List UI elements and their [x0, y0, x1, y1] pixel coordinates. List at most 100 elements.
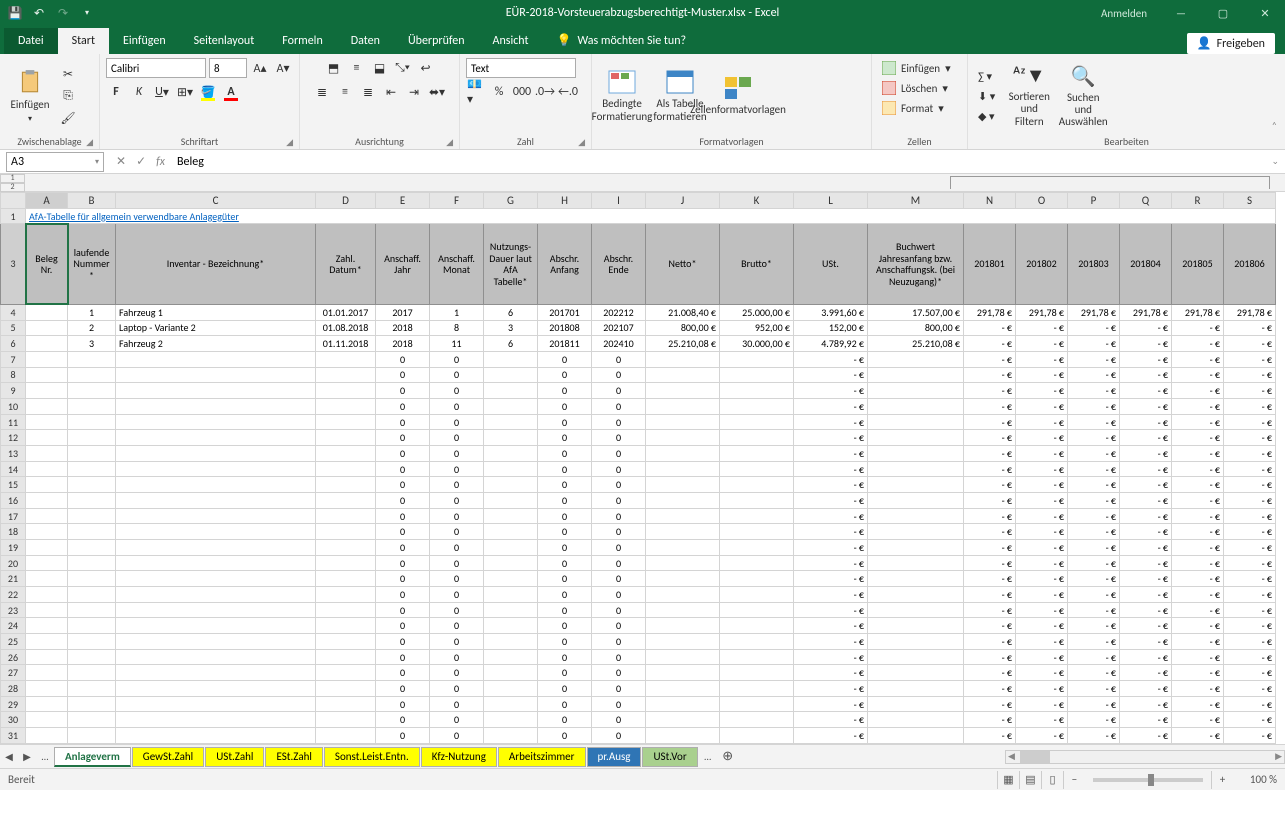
sheet-tab[interactable]: USt.Vor — [642, 747, 697, 767]
cell[interactable] — [26, 477, 68, 493]
fill-color-button[interactable]: 🪣 — [198, 82, 218, 102]
cell[interactable]: 25.210,08 € — [868, 336, 964, 352]
row-header[interactable]: 4 — [1, 304, 26, 320]
cell[interactable] — [720, 477, 794, 493]
cell[interactable] — [116, 649, 316, 665]
cell[interactable]: 0 — [376, 383, 430, 399]
cell[interactable] — [868, 712, 964, 728]
qat-dropdown-icon[interactable]: ▾ — [78, 4, 96, 22]
cell[interactable]: - € — [1224, 571, 1276, 587]
cell[interactable]: - € — [1016, 320, 1068, 336]
cell[interactable]: - € — [964, 696, 1016, 712]
fx-icon[interactable]: fx — [156, 155, 165, 169]
cell[interactable]: - € — [1016, 602, 1068, 618]
cell[interactable] — [484, 508, 538, 524]
cell[interactable]: - € — [1016, 446, 1068, 462]
cell[interactable]: - € — [1068, 367, 1120, 383]
indent-inc-icon[interactable]: ⇥ — [404, 82, 424, 102]
cell[interactable]: - € — [794, 477, 868, 493]
cell[interactable] — [26, 712, 68, 728]
cell[interactable]: 0 — [430, 367, 484, 383]
cell[interactable] — [868, 728, 964, 744]
row-header[interactable]: 7 — [1, 351, 26, 367]
cell[interactable]: - € — [1068, 477, 1120, 493]
cell[interactable] — [646, 665, 720, 681]
cell[interactable]: 0 — [538, 712, 592, 728]
cell[interactable] — [868, 351, 964, 367]
cell[interactable]: - € — [1016, 665, 1068, 681]
cell[interactable] — [646, 477, 720, 493]
cell[interactable]: - € — [794, 508, 868, 524]
row-header[interactable]: 3 — [1, 224, 26, 305]
cell[interactable]: - € — [1224, 351, 1276, 367]
percent-icon[interactable]: % — [489, 82, 509, 102]
cell[interactable]: 0 — [430, 634, 484, 650]
increase-font-icon[interactable]: A▴ — [250, 58, 270, 78]
cell[interactable]: - € — [1172, 571, 1224, 587]
cell-styles-button[interactable]: Zellenformatvorlagen — [714, 75, 762, 116]
cell[interactable] — [68, 524, 116, 540]
cell[interactable] — [68, 430, 116, 446]
cell[interactable] — [316, 383, 376, 399]
cell[interactable]: 0 — [538, 367, 592, 383]
cell[interactable] — [484, 555, 538, 571]
cell[interactable]: - € — [1120, 649, 1172, 665]
cell[interactable]: 0 — [592, 383, 646, 399]
cell[interactable]: - € — [1120, 696, 1172, 712]
cell[interactable]: 0 — [376, 446, 430, 462]
cell[interactable]: - € — [964, 712, 1016, 728]
cell[interactable]: 3.991,60 € — [794, 304, 868, 320]
cell[interactable]: - € — [1016, 383, 1068, 399]
cell[interactable]: 0 — [592, 446, 646, 462]
cell[interactable]: - € — [1016, 555, 1068, 571]
cell[interactable]: - € — [964, 351, 1016, 367]
tab-scroll-left-icon[interactable]: ◀ — [0, 747, 18, 767]
cell[interactable]: - € — [794, 461, 868, 477]
cell[interactable]: 0 — [376, 461, 430, 477]
cell[interactable] — [26, 618, 68, 634]
cell[interactable]: 0 — [538, 728, 592, 744]
cell[interactable] — [868, 555, 964, 571]
cell[interactable] — [484, 681, 538, 697]
cell[interactable]: - € — [1068, 571, 1120, 587]
cell[interactable]: 201811 — [538, 336, 592, 352]
col-header-A[interactable]: A — [26, 193, 68, 209]
cell[interactable] — [720, 524, 794, 540]
cell[interactable]: - € — [1016, 414, 1068, 430]
cell[interactable]: - € — [794, 618, 868, 634]
cell[interactable] — [26, 320, 68, 336]
cell[interactable]: 0 — [430, 383, 484, 399]
cell[interactable] — [68, 383, 116, 399]
cell[interactable] — [868, 681, 964, 697]
cell[interactable] — [868, 634, 964, 650]
cell[interactable] — [484, 430, 538, 446]
cell[interactable]: - € — [794, 649, 868, 665]
row-header[interactable]: 14 — [1, 461, 26, 477]
cell[interactable]: 0 — [592, 524, 646, 540]
col-header-N[interactable]: N — [964, 193, 1016, 209]
col-header-E[interactable]: E — [376, 193, 430, 209]
cell[interactable] — [116, 351, 316, 367]
cell[interactable]: - € — [964, 399, 1016, 415]
cell[interactable]: 0 — [538, 399, 592, 415]
cell[interactable] — [868, 414, 964, 430]
cell[interactable]: - € — [1224, 336, 1276, 352]
insert-cells-button[interactable]: Einfügen ▾ — [878, 58, 955, 78]
cell[interactable]: 0 — [538, 649, 592, 665]
tab-file[interactable]: Datei — [4, 28, 58, 54]
cell[interactable]: - € — [1172, 618, 1224, 634]
col-header-P[interactable]: P — [1068, 193, 1120, 209]
cell[interactable]: - € — [1172, 665, 1224, 681]
cell[interactable] — [68, 399, 116, 415]
col-header-K[interactable]: K — [720, 193, 794, 209]
cell[interactable]: - € — [1068, 399, 1120, 415]
cell[interactable] — [26, 461, 68, 477]
cell[interactable]: 291,78 € — [1016, 304, 1068, 320]
cell[interactable]: 0 — [376, 696, 430, 712]
cell[interactable]: 291,78 € — [1224, 304, 1276, 320]
cell[interactable]: 202410 — [592, 336, 646, 352]
cell[interactable]: - € — [1120, 634, 1172, 650]
clear-button[interactable]: ◆ ▾ — [974, 106, 999, 126]
cell[interactable] — [68, 587, 116, 603]
tab-insert[interactable]: Einfügen — [109, 28, 180, 54]
